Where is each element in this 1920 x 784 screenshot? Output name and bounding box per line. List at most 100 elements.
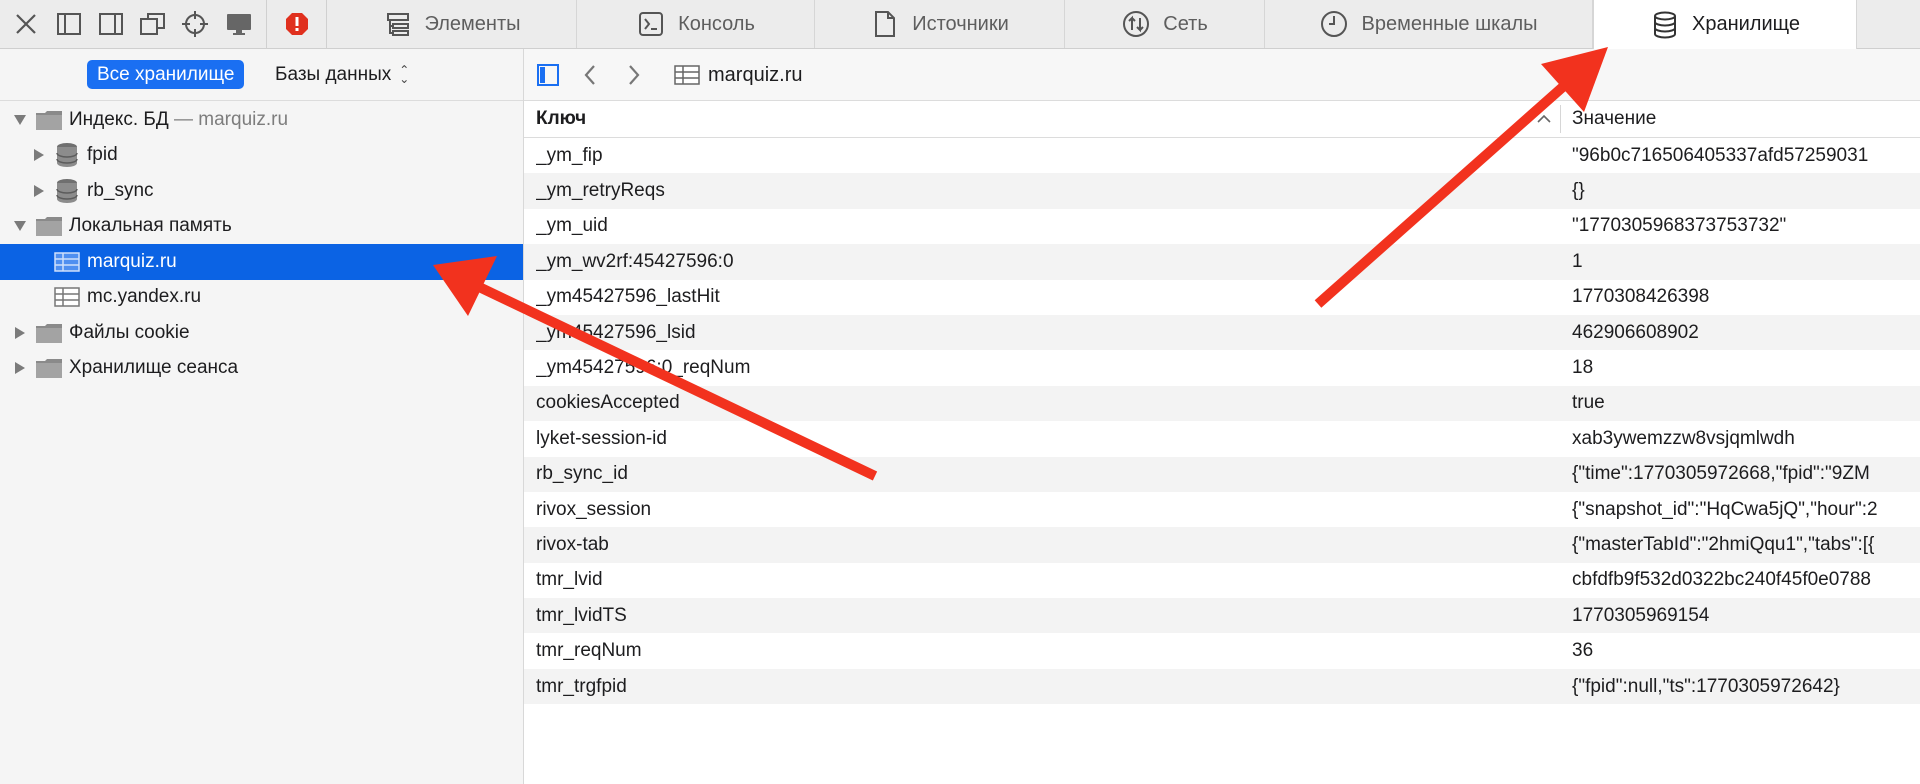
sort-ascending-icon[interactable] (1536, 111, 1552, 127)
table-row[interactable]: tmr_lvidTS 1770305969154 (524, 598, 1920, 634)
cell-value[interactable]: 1770308426398 (1572, 280, 1920, 315)
cell-value[interactable]: {"masterTabId":"2hmiQqu1","tabs":[{ (1572, 527, 1920, 562)
storage-type-select[interactable]: Базы данных ⌃ ⌄ (275, 60, 409, 89)
table-row[interactable]: tmr_lvid cbfdfb9f532d0322bc240f45f0e0788 (524, 563, 1920, 598)
tree-item-label: Хранилище сеанса (69, 357, 239, 379)
tree-item-label: mc.yandex.ru (87, 286, 202, 308)
cell-value[interactable]: xab3ywemzzw8vsjqmlwdh (1572, 421, 1920, 456)
disclosure-expanded-icon[interactable] (13, 219, 27, 233)
table-icon (672, 63, 702, 87)
tab-timelines[interactable]: Временные шкалы (1265, 0, 1593, 48)
cell-value[interactable]: true (1572, 386, 1920, 421)
undock-icon[interactable] (138, 9, 168, 39)
cell-key[interactable]: tmr_reqNum (536, 633, 1556, 668)
table-row[interactable]: _ym45427596_lastHit 1770308426398 (524, 280, 1920, 315)
cell-key[interactable]: _ym_fip (536, 138, 1556, 173)
all-storage-button[interactable]: Все хранилище (87, 60, 245, 89)
tree-item-label: Индекс. БД (69, 108, 169, 130)
disclosure-collapsed-icon[interactable] (13, 326, 27, 340)
table-body: _ym_fip "96b0c716506405337afd57259031 _ym_… (524, 138, 1920, 705)
tab-sources[interactable]: Источники (815, 0, 1065, 48)
dock-left-icon[interactable] (54, 9, 84, 39)
disclosure-collapsed-icon[interactable] (32, 148, 46, 162)
table-row[interactable]: _ym_wv2rf:45427596:0 1 (524, 244, 1920, 280)
table-row[interactable]: rb_sync_id {"time":1770305972668,"fpid":"… (524, 456, 1920, 492)
tab-console[interactable]: Консоль (577, 0, 815, 48)
back-chevron-icon[interactable] (576, 61, 604, 89)
tree-item-local-storage[interactable]: Локальная память (0, 209, 523, 245)
tree-item-marquiz[interactable]: marquiz.ru (0, 244, 523, 280)
table-row[interactable]: rivox_session {"snapshot_id":"HqCwa5jQ","… (524, 492, 1920, 527)
close-icon[interactable] (11, 9, 41, 39)
cell-key[interactable]: _ym_retryReqs (536, 173, 1556, 208)
dock-right-icon[interactable] (96, 9, 126, 39)
tree-item-label: fpid (87, 144, 118, 166)
cell-value[interactable]: 18 (1572, 350, 1920, 385)
cell-key[interactable]: tmr_lvid (536, 563, 1556, 598)
table-row[interactable]: _ym45427596:0_reqNum 18 (524, 350, 1920, 385)
cell-key[interactable]: _ym45427596_lsid (536, 315, 1556, 350)
cell-value[interactable]: {"time":1770305972668,"fpid":"9ZM (1572, 457, 1920, 492)
cell-key[interactable]: _ym45427596_lastHit (536, 280, 1556, 315)
database-icon (53, 178, 81, 203)
cell-value[interactable]: "1770305968373753732" (1572, 209, 1920, 244)
breadcrumb[interactable]: marquiz.ru (672, 61, 802, 89)
folder-icon (35, 108, 63, 132)
cell-key[interactable]: _ym45427596:0_reqNum (536, 350, 1556, 385)
forward-chevron-icon[interactable] (620, 61, 648, 89)
table-row[interactable]: _ym_retryReqs {} (524, 173, 1920, 209)
tab-network[interactable]: Сеть (1065, 0, 1265, 48)
column-divider[interactable] (1560, 105, 1561, 133)
storage-type-label: Базы данных (275, 63, 392, 85)
device-screen-icon[interactable] (224, 9, 254, 39)
cell-key[interactable]: cookiesAccepted (536, 386, 1556, 421)
cell-value[interactable]: 1770305969154 (1572, 598, 1920, 633)
cell-value[interactable]: 1 (1572, 244, 1920, 279)
tree-item-fpid[interactable]: fpid (0, 138, 523, 174)
tree-item-rb-sync[interactable]: rb_sync (0, 173, 523, 209)
tree-item-session-storage[interactable]: Хранилище сеанса (0, 351, 523, 387)
inspect-target-icon[interactable] (180, 9, 210, 39)
table-row[interactable]: tmr_trgfpid {"fpid":null,"ts":17703059726… (524, 668, 1920, 705)
tree-item-indexeddb[interactable]: Индекс. БД — marquiz.ru (0, 102, 523, 138)
table-row[interactable]: tmr_reqNum 36 (524, 633, 1920, 668)
tree-item-mc-yandex[interactable]: mc.yandex.ru (0, 280, 523, 316)
cell-key[interactable]: lyket-session-id (536, 421, 1556, 456)
disclosure-collapsed-icon[interactable] (32, 184, 46, 198)
sidebar-toggle-icon[interactable] (534, 61, 562, 89)
disclosure-expanded-icon[interactable] (13, 113, 27, 127)
cell-key[interactable]: rb_sync_id (536, 457, 1556, 492)
breadcrumb-label: marquiz.ru (708, 63, 803, 86)
cell-value[interactable]: {} (1572, 173, 1920, 208)
cell-key[interactable]: rivox_session (536, 492, 1556, 527)
cell-value[interactable]: 462906608902 (1572, 315, 1920, 350)
tab-label: Временные шкалы (1361, 12, 1538, 35)
cell-key[interactable]: tmr_trgfpid (536, 669, 1556, 704)
table-header: Ключ Значение (524, 101, 1920, 138)
cell-value[interactable]: {"fpid":null,"ts":1770305972642} (1572, 669, 1920, 704)
cell-value[interactable]: "96b0c716506405337afd57259031 (1572, 138, 1920, 173)
column-header-key[interactable]: Ключ (536, 101, 586, 137)
table-row[interactable]: _ym_uid "1770305968373753732" (524, 209, 1920, 244)
error-badge-icon[interactable] (282, 9, 312, 39)
tab-elements[interactable]: Элементы (327, 0, 577, 48)
table-row[interactable]: cookiesAccepted true (524, 385, 1920, 422)
table-row[interactable]: _ym45427596_lsid 462906608902 (524, 314, 1920, 351)
tab-storage[interactable]: Хранилище (1593, 0, 1857, 49)
cell-value[interactable]: 36 (1572, 633, 1920, 668)
table-row[interactable]: _ym_fip "96b0c716506405337afd57259031 (524, 138, 1920, 173)
cell-key[interactable]: tmr_lvidTS (536, 598, 1556, 633)
cell-key[interactable]: _ym_wv2rf:45427596:0 (536, 244, 1556, 279)
cell-value[interactable]: cbfdfb9f532d0322bc240f45f0e0788 (1572, 563, 1920, 598)
tree-item-cookies[interactable]: Файлы cookie (0, 315, 523, 351)
tree-item-label: Файлы cookie (69, 321, 190, 343)
cell-key[interactable]: rivox-tab (536, 527, 1556, 562)
table-row[interactable]: rivox-tab {"masterTabId":"2hmiQqu1","tabs… (524, 527, 1920, 563)
content-nav-bar: marquiz.ru (524, 49, 1920, 101)
cell-value[interactable]: {"snapshot_id":"HqCwa5jQ","hour":2 (1572, 492, 1920, 527)
table-row[interactable]: lyket-session-id xab3ywemzzw8vsjqmlwdh (524, 421, 1920, 456)
column-header-value[interactable]: Значение (1572, 101, 1656, 137)
cell-key[interactable]: _ym_uid (536, 209, 1556, 244)
disclosure-collapsed-icon[interactable] (13, 361, 27, 375)
table-icon (53, 250, 81, 274)
